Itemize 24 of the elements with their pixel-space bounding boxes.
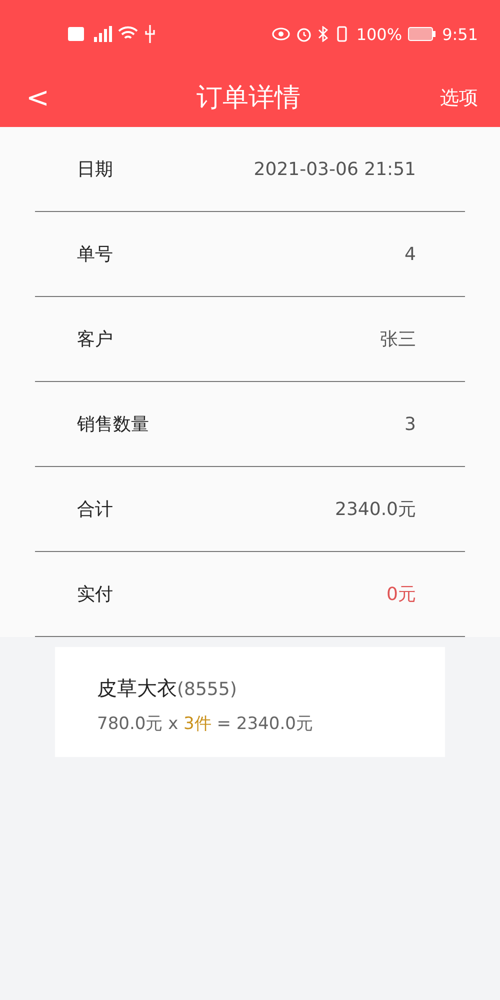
field-value: 3	[404, 414, 416, 434]
field-label: 实付	[77, 583, 113, 606]
field-value: 4	[404, 244, 416, 264]
battery-percent: 100%	[356, 24, 402, 44]
field-label: 单号	[77, 243, 113, 266]
field-label: 合计	[77, 498, 113, 521]
price-line: 780.0元 x 3件 = 2340.0元	[97, 713, 314, 735]
field-label: 销售数量	[77, 413, 149, 436]
field-value: 张三	[380, 328, 416, 351]
back-button[interactable]: <	[18, 81, 58, 114]
alarm-icon	[296, 26, 312, 42]
bluetooth-icon	[318, 26, 328, 42]
field-value: 2021-03-06 21:51	[254, 158, 416, 180]
product-name: 皮草大衣(8555)	[97, 675, 238, 702]
usb-icon	[144, 25, 156, 43]
field-label: 客户	[77, 328, 113, 351]
field-label: 日期	[77, 158, 113, 181]
page-title: 订单详情	[196, 82, 302, 115]
field-value: 2340.0元	[335, 498, 416, 521]
eye-icon	[272, 27, 290, 41]
battery-icon	[408, 27, 436, 41]
clock-time: 9:51	[442, 24, 478, 44]
options-button[interactable]: 选项	[440, 84, 478, 110]
field-value: 0元	[386, 583, 416, 606]
